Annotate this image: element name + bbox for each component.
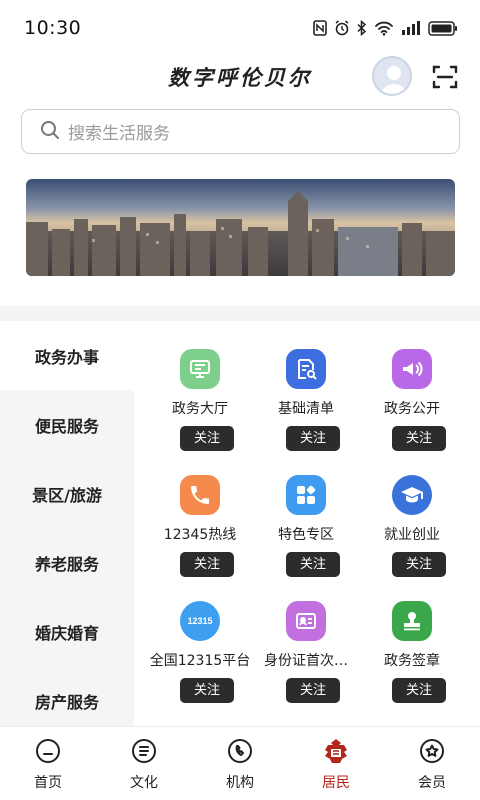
nav-label: 首页 — [34, 775, 62, 791]
monitor-icon — [180, 349, 220, 389]
service-tile-government-seal[interactable]: 政务签章 关注 — [354, 573, 470, 703]
search-icon — [40, 120, 60, 144]
apps-icon — [286, 475, 326, 515]
follow-button[interactable]: 关注 — [180, 678, 234, 703]
sidebar-item-label: 景区/旅游 — [32, 485, 102, 505]
culture-icon — [130, 737, 158, 765]
nfc-icon — [313, 20, 327, 36]
avatar-icon[interactable] — [372, 56, 412, 96]
phone-icon — [180, 475, 220, 515]
service-label: 政务签章 — [384, 653, 440, 669]
sidebar-item-wedding[interactable]: 婚庆婚育 — [0, 597, 134, 666]
service-tile-id-card[interactable]: 身份证首次… 关注 — [248, 573, 364, 703]
nav-label: 会员 — [418, 775, 446, 791]
sidebar-item-label: 便民服务 — [34, 416, 99, 436]
section-divider — [0, 306, 480, 321]
graduation-cap-icon — [392, 475, 432, 515]
banner-image[interactable] — [26, 179, 455, 276]
category-sidebar: 政务办事 便民服务 景区/旅游 养老服务 婚庆婚育 房产服务 — [0, 321, 134, 726]
signal-icon — [401, 21, 421, 35]
nav-item-resident[interactable]: 居民 — [288, 727, 384, 800]
service-label: 政务公开 — [384, 401, 440, 417]
battery-icon — [428, 20, 458, 36]
sidebar-item-label: 养老服务 — [34, 554, 99, 574]
search-placeholder: 搜索生活服务 — [68, 124, 170, 144]
sidebar-item-tourism[interactable]: 景区/旅游 — [0, 459, 134, 528]
bluetooth-icon — [357, 20, 367, 36]
12315-badge-text: 12315 — [187, 616, 213, 626]
header: 数字呼伦贝尔 — [0, 56, 480, 102]
12315-badge-icon: 12315 — [180, 601, 220, 641]
nav-item-institution[interactable]: 机构 — [192, 727, 288, 800]
home-icon — [34, 737, 62, 765]
service-tile-basic-list[interactable]: 基础清单 关注 — [248, 321, 364, 451]
nav-label: 机构 — [226, 775, 254, 791]
wifi-icon — [374, 20, 394, 36]
sidebar-item-government[interactable]: 政务办事 — [0, 321, 134, 390]
service-tile-employment[interactable]: 就业创业 关注 — [354, 447, 470, 577]
sidebar-item-housing[interactable]: 房产服务 — [0, 666, 134, 735]
document-search-icon — [286, 349, 326, 389]
follow-button[interactable]: 关注 — [392, 678, 446, 703]
service-grid: 政务大厅 关注 基础清单 关注 政务公开 关注 12345热线 关注 特色专区 … — [134, 321, 480, 726]
service-tile-12315-platform[interactable]: 12315 全国12315平台 关注 — [142, 573, 258, 703]
nav-label: 居民 — [322, 775, 350, 791]
sidebar-item-elderly-care[interactable]: 养老服务 — [0, 528, 134, 597]
sidebar-item-convenience[interactable]: 便民服务 — [0, 390, 134, 459]
stamp-icon — [392, 601, 432, 641]
service-tile-government-hall[interactable]: 政务大厅 关注 — [142, 321, 258, 451]
scan-icon[interactable] — [432, 64, 458, 90]
alarm-icon — [334, 20, 350, 36]
search-input[interactable]: 搜索生活服务 — [21, 109, 460, 154]
bottom-nav: 首页 文化 机构 居民 会员 — [0, 726, 480, 800]
sidebar-item-label: 政务办事 — [34, 347, 99, 367]
megaphone-icon — [392, 349, 432, 389]
nav-label: 文化 — [130, 775, 158, 791]
nav-item-culture[interactable]: 文化 — [96, 727, 192, 800]
service-tile-government-public[interactable]: 政务公开 关注 — [354, 321, 470, 451]
nav-item-member[interactable]: 会员 — [384, 727, 480, 800]
sidebar-item-label: 婚庆婚育 — [34, 623, 99, 643]
status-time: 10:30 — [24, 17, 82, 39]
service-tile-special-zone[interactable]: 特色专区 关注 — [248, 447, 364, 577]
sidebar-item-label: 房产服务 — [34, 692, 99, 712]
institution-icon — [226, 737, 254, 765]
status-icons — [313, 20, 458, 36]
status-bar: 10:30 — [0, 0, 480, 56]
follow-button[interactable]: 关注 — [286, 678, 340, 703]
member-icon — [418, 737, 446, 765]
resident-icon — [322, 737, 350, 765]
id-card-icon — [286, 601, 326, 641]
nav-item-home[interactable]: 首页 — [0, 727, 96, 800]
service-tile-12345-hotline[interactable]: 12345热线 关注 — [142, 447, 258, 577]
service-label: 就业创业 — [384, 527, 440, 543]
